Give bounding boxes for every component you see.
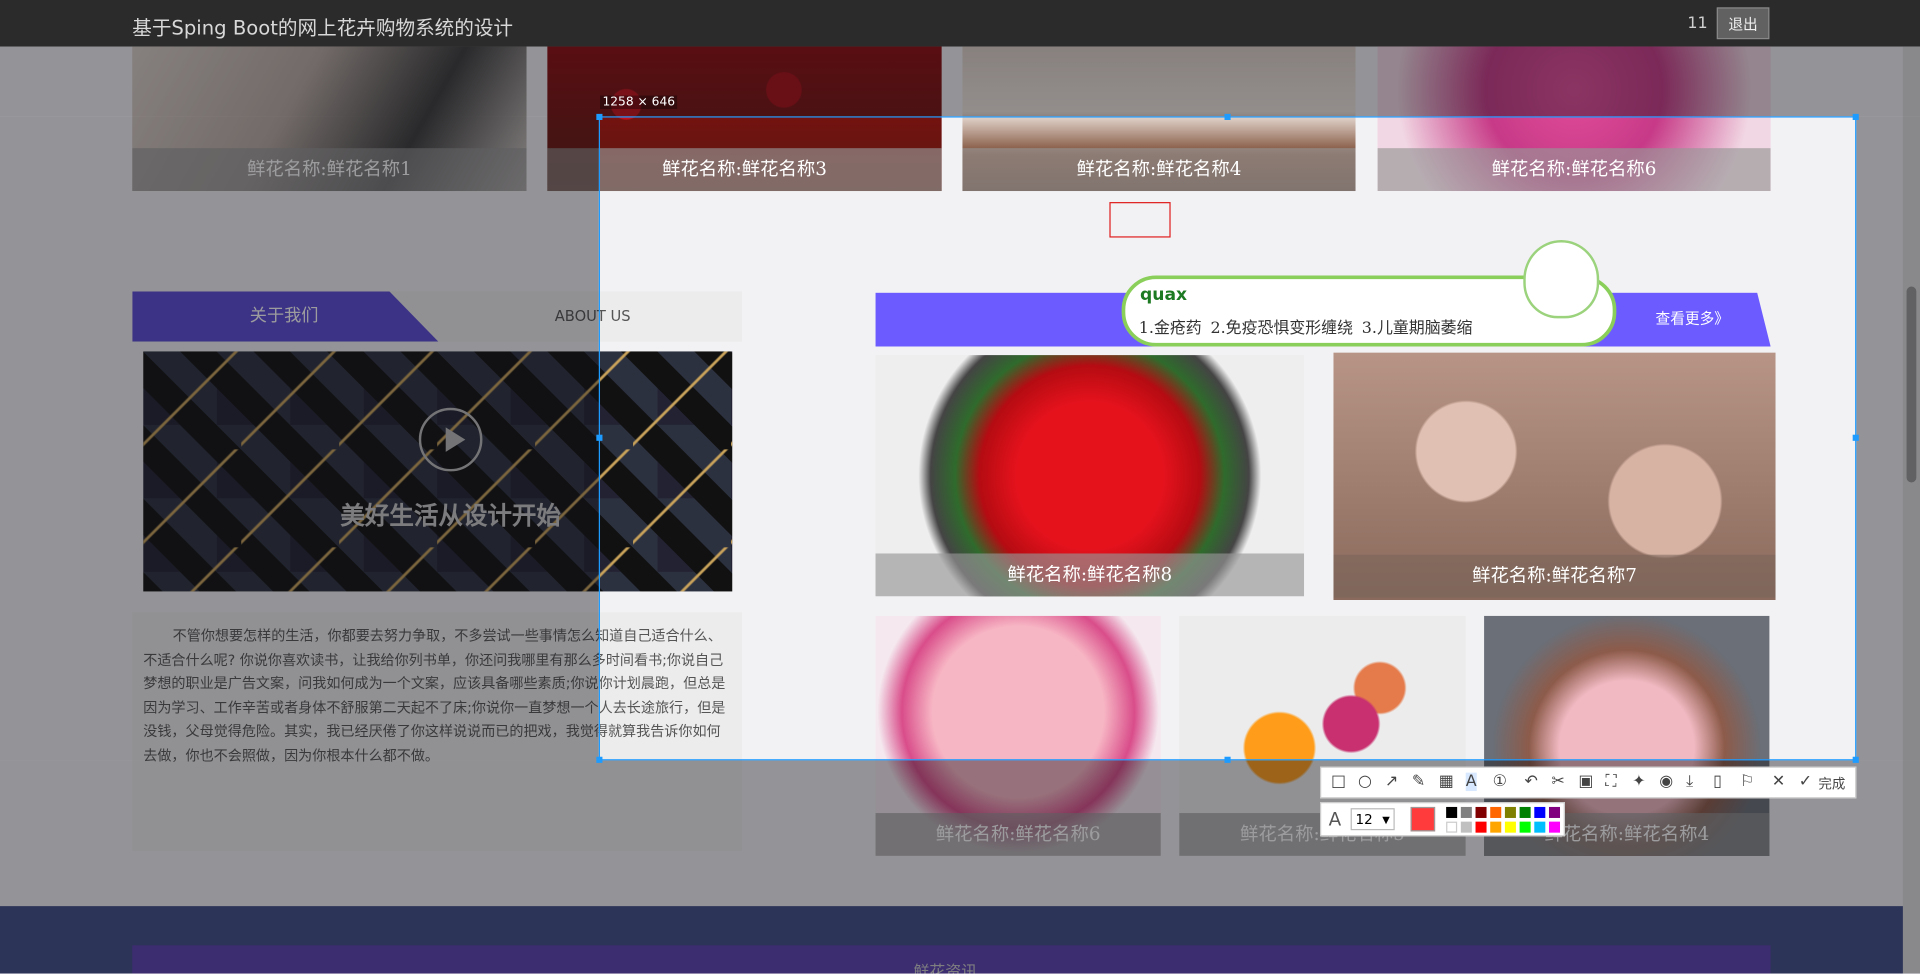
ime-composition: quax [1140,285,1188,305]
username-label[interactable]: 11 [1687,15,1707,33]
color-swatch[interactable] [1475,806,1487,818]
crop-icon[interactable]: ✂ [1551,773,1564,791]
rectangle-icon[interactable]: □ [1331,773,1346,791]
color-swatch[interactable] [1475,821,1487,833]
undo-icon[interactable]: ↶ [1525,773,1538,791]
done-button[interactable]: 完成 [1818,774,1845,794]
arrow-icon[interactable]: ↗ [1385,773,1398,791]
capture-selection[interactable] [598,116,1857,761]
color-swatch[interactable] [1460,806,1472,818]
site-title: 基于Sping Boot的网上花卉购物系统的设计 [132,15,514,40]
resize-handle[interactable] [596,756,603,763]
bookmark-icon[interactable]: ⚐ [1740,773,1754,791]
active-color-swatch[interactable] [1410,806,1436,832]
resize-handle[interactable] [1224,113,1231,121]
pen-icon[interactable]: ✎ [1412,773,1425,791]
color-swatch[interactable] [1460,821,1472,833]
color-swatch[interactable] [1504,806,1516,818]
color-swatch[interactable] [1519,821,1531,833]
color-swatch[interactable] [1446,806,1458,818]
color-swatch[interactable] [1504,821,1516,833]
color-swatch[interactable] [1548,821,1561,833]
color-swatch[interactable] [1446,821,1458,833]
text-style-panel: A 12 ▼ [1320,802,1565,837]
color-swatch[interactable] [1490,821,1502,833]
ime-candidate[interactable]: 3.儿童期脑萎缩 [1362,320,1473,338]
ime-mascot-icon [1523,240,1600,319]
chevron-down-icon: ▼ [1382,814,1390,826]
pin-icon[interactable]: ✦ [1632,773,1645,791]
ime-candidate[interactable]: 1.金疮药 [1139,320,1202,338]
color-swatch[interactable] [1490,806,1502,818]
color-swatch[interactable] [1548,806,1561,818]
color-swatch[interactable] [1534,806,1546,818]
close-icon[interactable]: ✕ [1772,773,1785,791]
download-icon[interactable]: ⤓ [1686,773,1693,791]
number-icon[interactable]: ① [1493,773,1507,791]
color-swatch[interactable] [1519,806,1531,818]
color-swatch[interactable] [1534,821,1546,833]
text-annotation-box[interactable] [1109,202,1171,238]
font-icon: A [1328,808,1342,831]
resize-handle[interactable] [1852,113,1859,121]
ime-candidate[interactable]: 2.免疫恐惧变形缠绕 [1210,320,1353,338]
mosaic-icon[interactable]: ▦ [1439,773,1454,791]
record-icon[interactable]: ◉ [1659,773,1673,791]
resize-handle[interactable] [596,434,603,441]
resize-handle[interactable] [1852,434,1859,441]
ellipse-icon[interactable]: ○ [1358,773,1372,791]
ime-candidates[interactable]: 1.金疮药 2.免疫恐惧变形缠绕 3.儿童期脑萎缩 [1139,315,1473,338]
resize-handle[interactable] [1224,756,1231,763]
dim-overlay [0,46,1920,117]
logout-button[interactable]: 退出 [1716,7,1770,40]
check-icon[interactable]: ✓ [1799,773,1812,791]
resize-handle[interactable] [1852,756,1859,763]
resize-handle[interactable] [596,113,603,121]
ai-icon[interactable]: ⛶ [1605,773,1616,791]
text-icon[interactable]: A [1465,772,1477,792]
dim-overlay [1856,116,1920,761]
font-size-select[interactable]: 12 ▼ [1350,808,1395,831]
selection-size-label: 1258 × 646 [600,95,678,109]
dim-overlay [0,116,599,761]
ocr-icon[interactable]: ▣ [1578,773,1593,791]
screenshot-toolbar: □ ○ ↗ ✎ ▦ A ① ↶ ✂ ▣ ⛶ ✦ ◉ ⤓ ▯ ⚐ ✕ ✓ 完成 [1320,766,1857,799]
save-icon[interactable]: ▯ [1713,773,1722,791]
